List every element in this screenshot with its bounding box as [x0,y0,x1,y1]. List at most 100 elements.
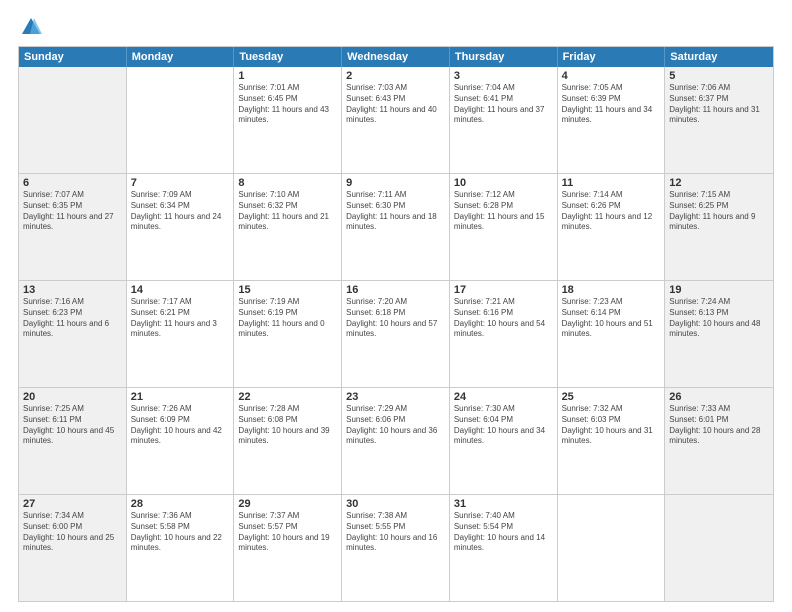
cell-info: Sunrise: 7:20 AM Sunset: 6:18 PM Dayligh… [346,297,445,340]
cell-info: Sunrise: 7:09 AM Sunset: 6:34 PM Dayligh… [131,190,230,233]
cell-info: Sunrise: 7:23 AM Sunset: 6:14 PM Dayligh… [562,297,661,340]
cell-info: Sunrise: 7:10 AM Sunset: 6:32 PM Dayligh… [238,190,337,233]
day-number: 23 [346,391,445,403]
header-day-friday: Friday [558,47,666,67]
cell-info: Sunrise: 7:28 AM Sunset: 6:08 PM Dayligh… [238,404,337,447]
header-day-wednesday: Wednesday [342,47,450,67]
header-day-tuesday: Tuesday [234,47,342,67]
calendar-cell-row3-col6: 18Sunrise: 7:23 AM Sunset: 6:14 PM Dayli… [558,281,666,387]
cell-info: Sunrise: 7:04 AM Sunset: 6:41 PM Dayligh… [454,83,553,126]
cell-info: Sunrise: 7:12 AM Sunset: 6:28 PM Dayligh… [454,190,553,233]
calendar-cell-row5-col1: 27Sunrise: 7:34 AM Sunset: 6:00 PM Dayli… [19,495,127,601]
day-number: 27 [23,498,122,510]
calendar-cell-row3-col2: 14Sunrise: 7:17 AM Sunset: 6:21 PM Dayli… [127,281,235,387]
cell-info: Sunrise: 7:29 AM Sunset: 6:06 PM Dayligh… [346,404,445,447]
day-number: 17 [454,284,553,296]
day-number: 12 [669,177,769,189]
calendar-cell-row2-col3: 8Sunrise: 7:10 AM Sunset: 6:32 PM Daylig… [234,174,342,280]
calendar-row-3: 13Sunrise: 7:16 AM Sunset: 6:23 PM Dayli… [19,280,773,387]
header-day-saturday: Saturday [665,47,773,67]
day-number: 20 [23,391,122,403]
calendar-cell-row4-col4: 23Sunrise: 7:29 AM Sunset: 6:06 PM Dayli… [342,388,450,494]
calendar-cell-row4-col5: 24Sunrise: 7:30 AM Sunset: 6:04 PM Dayli… [450,388,558,494]
calendar-cell-row4-col6: 25Sunrise: 7:32 AM Sunset: 6:03 PM Dayli… [558,388,666,494]
cell-info: Sunrise: 7:36 AM Sunset: 5:58 PM Dayligh… [131,511,230,554]
day-number: 3 [454,70,553,82]
cell-info: Sunrise: 7:16 AM Sunset: 6:23 PM Dayligh… [23,297,122,340]
calendar-cell-row3-col4: 16Sunrise: 7:20 AM Sunset: 6:18 PM Dayli… [342,281,450,387]
calendar-cell-row1-col5: 3Sunrise: 7:04 AM Sunset: 6:41 PM Daylig… [450,67,558,173]
day-number: 15 [238,284,337,296]
day-number: 1 [238,70,337,82]
calendar-cell-row4-col2: 21Sunrise: 7:26 AM Sunset: 6:09 PM Dayli… [127,388,235,494]
cell-info: Sunrise: 7:37 AM Sunset: 5:57 PM Dayligh… [238,511,337,554]
calendar-header: SundayMondayTuesdayWednesdayThursdayFrid… [19,47,773,67]
day-number: 22 [238,391,337,403]
day-number: 4 [562,70,661,82]
cell-info: Sunrise: 7:19 AM Sunset: 6:19 PM Dayligh… [238,297,337,340]
calendar-cell-row1-col7: 5Sunrise: 7:06 AM Sunset: 6:37 PM Daylig… [665,67,773,173]
day-number: 5 [669,70,769,82]
cell-info: Sunrise: 7:21 AM Sunset: 6:16 PM Dayligh… [454,297,553,340]
cell-info: Sunrise: 7:32 AM Sunset: 6:03 PM Dayligh… [562,404,661,447]
calendar-cell-row5-col4: 30Sunrise: 7:38 AM Sunset: 5:55 PM Dayli… [342,495,450,601]
day-number: 19 [669,284,769,296]
cell-info: Sunrise: 7:38 AM Sunset: 5:55 PM Dayligh… [346,511,445,554]
day-number: 24 [454,391,553,403]
cell-info: Sunrise: 7:05 AM Sunset: 6:39 PM Dayligh… [562,83,661,126]
cell-info: Sunrise: 7:25 AM Sunset: 6:11 PM Dayligh… [23,404,122,447]
calendar-cell-row5-col6 [558,495,666,601]
calendar-cell-row2-col1: 6Sunrise: 7:07 AM Sunset: 6:35 PM Daylig… [19,174,127,280]
day-number: 11 [562,177,661,189]
calendar-cell-row3-col3: 15Sunrise: 7:19 AM Sunset: 6:19 PM Dayli… [234,281,342,387]
day-number: 14 [131,284,230,296]
day-number: 29 [238,498,337,510]
calendar-row-2: 6Sunrise: 7:07 AM Sunset: 6:35 PM Daylig… [19,173,773,280]
header-day-thursday: Thursday [450,47,558,67]
calendar-cell-row1-col4: 2Sunrise: 7:03 AM Sunset: 6:43 PM Daylig… [342,67,450,173]
calendar-cell-row1-col2 [127,67,235,173]
cell-info: Sunrise: 7:07 AM Sunset: 6:35 PM Dayligh… [23,190,122,233]
calendar-cell-row2-col4: 9Sunrise: 7:11 AM Sunset: 6:30 PM Daylig… [342,174,450,280]
calendar-cell-row2-col7: 12Sunrise: 7:15 AM Sunset: 6:25 PM Dayli… [665,174,773,280]
cell-info: Sunrise: 7:17 AM Sunset: 6:21 PM Dayligh… [131,297,230,340]
day-number: 10 [454,177,553,189]
calendar-cell-row1-col6: 4Sunrise: 7:05 AM Sunset: 6:39 PM Daylig… [558,67,666,173]
cell-info: Sunrise: 7:11 AM Sunset: 6:30 PM Dayligh… [346,190,445,233]
day-number: 31 [454,498,553,510]
day-number: 9 [346,177,445,189]
calendar-cell-row1-col3: 1Sunrise: 7:01 AM Sunset: 6:45 PM Daylig… [234,67,342,173]
calendar: SundayMondayTuesdayWednesdayThursdayFrid… [18,46,774,602]
calendar-row-4: 20Sunrise: 7:25 AM Sunset: 6:11 PM Dayli… [19,387,773,494]
cell-info: Sunrise: 7:30 AM Sunset: 6:04 PM Dayligh… [454,404,553,447]
day-number: 13 [23,284,122,296]
calendar-cell-row4-col1: 20Sunrise: 7:25 AM Sunset: 6:11 PM Dayli… [19,388,127,494]
calendar-cell-row3-col7: 19Sunrise: 7:24 AM Sunset: 6:13 PM Dayli… [665,281,773,387]
header-day-sunday: Sunday [19,47,127,67]
calendar-cell-row3-col5: 17Sunrise: 7:21 AM Sunset: 6:16 PM Dayli… [450,281,558,387]
day-number: 7 [131,177,230,189]
cell-info: Sunrise: 7:26 AM Sunset: 6:09 PM Dayligh… [131,404,230,447]
calendar-cell-row2-col6: 11Sunrise: 7:14 AM Sunset: 6:26 PM Dayli… [558,174,666,280]
calendar-cell-row2-col5: 10Sunrise: 7:12 AM Sunset: 6:28 PM Dayli… [450,174,558,280]
calendar-row-1: 1Sunrise: 7:01 AM Sunset: 6:45 PM Daylig… [19,67,773,173]
calendar-cell-row4-col3: 22Sunrise: 7:28 AM Sunset: 6:08 PM Dayli… [234,388,342,494]
calendar-cell-row5-col7 [665,495,773,601]
header [18,16,774,38]
cell-info: Sunrise: 7:03 AM Sunset: 6:43 PM Dayligh… [346,83,445,126]
logo [18,16,42,38]
day-number: 8 [238,177,337,189]
calendar-row-5: 27Sunrise: 7:34 AM Sunset: 6:00 PM Dayli… [19,494,773,601]
day-number: 25 [562,391,661,403]
cell-info: Sunrise: 7:01 AM Sunset: 6:45 PM Dayligh… [238,83,337,126]
day-number: 21 [131,391,230,403]
day-number: 26 [669,391,769,403]
day-number: 18 [562,284,661,296]
page: SundayMondayTuesdayWednesdayThursdayFrid… [0,0,792,612]
day-number: 6 [23,177,122,189]
calendar-cell-row2-col2: 7Sunrise: 7:09 AM Sunset: 6:34 PM Daylig… [127,174,235,280]
calendar-body: 1Sunrise: 7:01 AM Sunset: 6:45 PM Daylig… [19,67,773,601]
calendar-cell-row1-col1 [19,67,127,173]
calendar-cell-row4-col7: 26Sunrise: 7:33 AM Sunset: 6:01 PM Dayli… [665,388,773,494]
cell-info: Sunrise: 7:14 AM Sunset: 6:26 PM Dayligh… [562,190,661,233]
